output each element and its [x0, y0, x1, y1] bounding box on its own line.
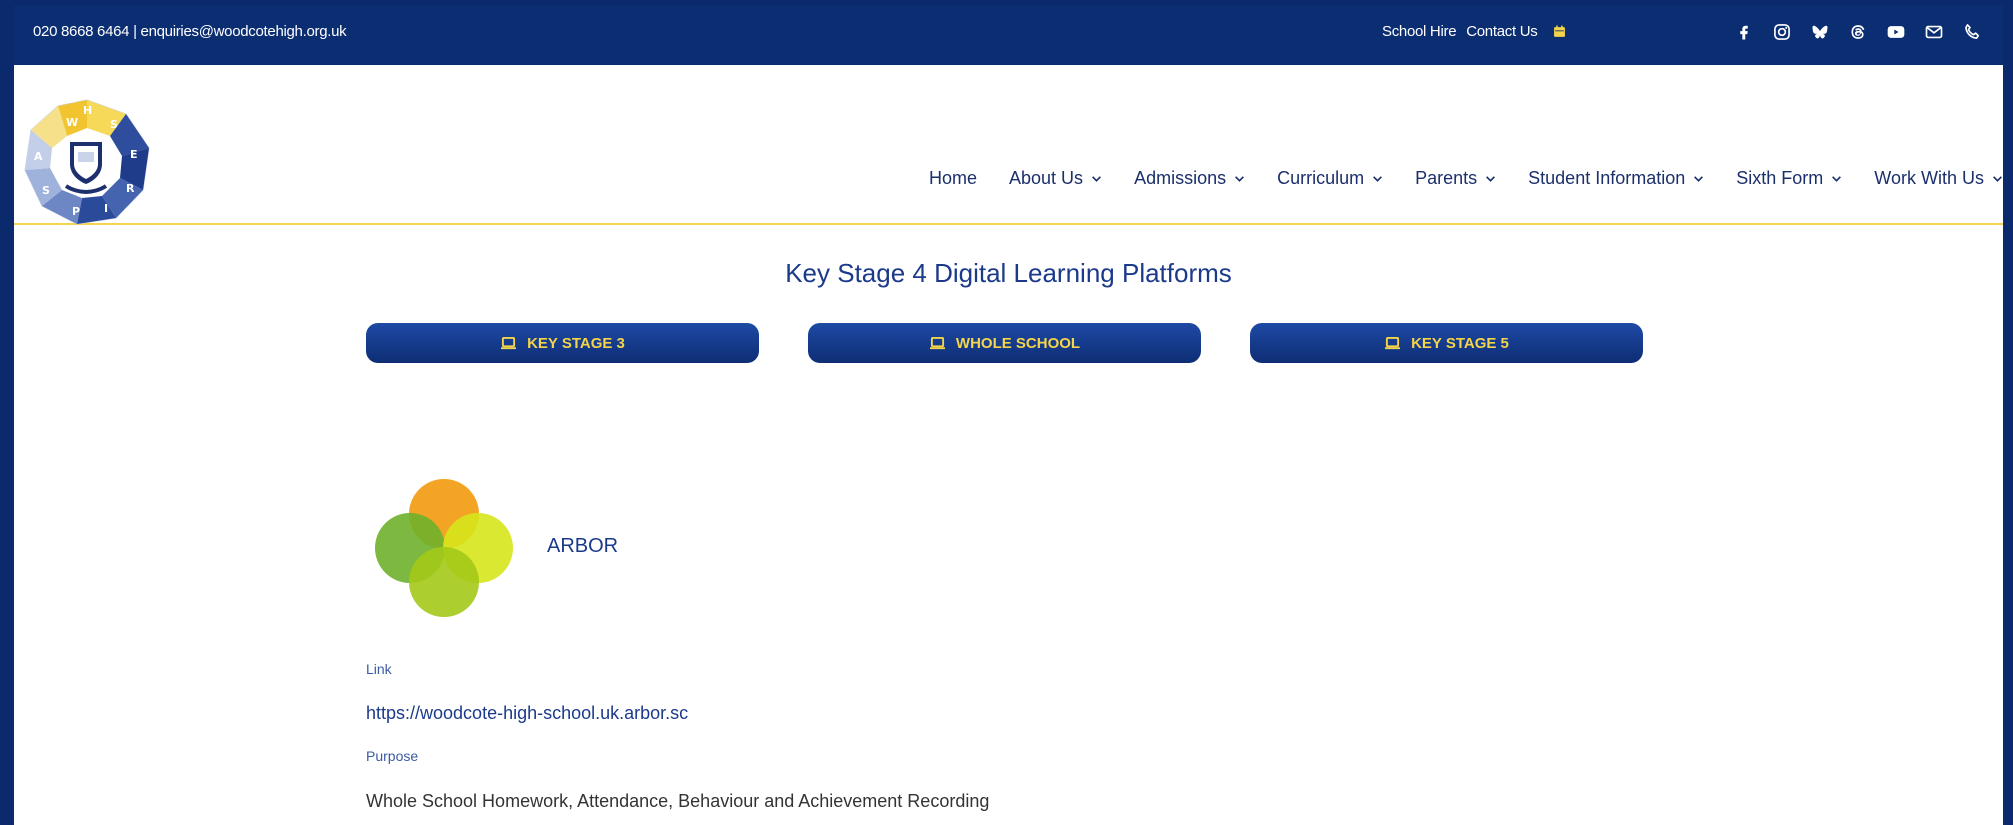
nav-about-us-label: About Us [1009, 168, 1084, 188]
facebook-icon[interactable] [1732, 20, 1756, 44]
logo-letter-r: R [126, 182, 135, 195]
platform-link[interactable]: https://woodcote-high-school.uk.arbor.sc [366, 703, 688, 724]
nav-student-information[interactable]: Student Information [1528, 168, 1704, 189]
nav-about-us[interactable]: About Us [1009, 168, 1102, 189]
site-header: W H S E R I P S A Home About Us Admissio… [14, 65, 2003, 225]
nav-curriculum[interactable]: Curriculum [1277, 168, 1383, 189]
platform-name: ARBOR [547, 535, 619, 557]
bluesky-icon[interactable] [1808, 20, 1832, 44]
key-stage-3-label: KEY STAGE 3 [527, 334, 625, 352]
social-links [1732, 20, 1984, 44]
top-bar: 020 8668 6464 | enquiries@woodcotehigh.o… [14, 5, 2003, 65]
laptop-icon [929, 336, 945, 349]
nav-curriculum-label: Curriculum [1277, 168, 1365, 188]
laptop-icon [1385, 336, 1401, 349]
nav-parents[interactable]: Parents [1415, 168, 1496, 189]
contact-info: 020 8668 6464 | enquiries@woodcotehigh.o… [33, 23, 347, 40]
purpose-label: Purpose [366, 748, 419, 764]
key-stage-3-button[interactable]: KEY STAGE 3 [366, 323, 759, 363]
nav-student-information-label: Student Information [1528, 168, 1686, 188]
whole-school-button[interactable]: WHOLE SCHOOL [808, 323, 1201, 363]
page-title: Key Stage 4 Digital Learning Platforms [785, 258, 1232, 288]
logo-letter-p: P [72, 205, 80, 218]
main-nav: Home About Us Admissions Curriculum Pare… [929, 168, 2003, 189]
nav-home[interactable]: Home [929, 168, 977, 189]
logo-letter-h: H [83, 104, 92, 117]
chevron-down-icon [1373, 176, 1383, 182]
chevron-down-icon [1993, 176, 2002, 182]
school-hire-link[interactable]: School Hire [1382, 23, 1457, 40]
nav-home-label: Home [929, 168, 978, 188]
purpose-text: Whole School Homework, Attendance, Behav… [366, 791, 990, 811]
chevron-down-icon [1694, 176, 1704, 182]
nav-parents-label: Parents [1415, 168, 1478, 188]
email-icon[interactable] [1922, 20, 1946, 44]
instagram-icon[interactable] [1770, 20, 1794, 44]
chevron-down-icon [1235, 176, 1245, 182]
nav-admissions[interactable]: Admissions [1134, 168, 1245, 189]
logo-letter-e: E [130, 148, 138, 161]
logo-letter-a: A [34, 150, 43, 163]
chevron-down-icon [1832, 176, 1842, 182]
link-label: Link [366, 661, 392, 677]
logo-letter-s: S [110, 118, 118, 131]
logo-letter-s2: S [42, 184, 50, 197]
nav-sixth-form[interactable]: Sixth Form [1736, 168, 1842, 189]
key-stage-5-button[interactable]: KEY STAGE 5 [1250, 323, 1643, 363]
school-logo[interactable]: W H S E R I P S A [22, 98, 152, 226]
page-frame: 020 8668 6464 | enquiries@woodcotehigh.o… [0, 0, 2013, 825]
arbor-logo [375, 479, 513, 617]
chevron-down-icon [1486, 176, 1496, 182]
threads-icon[interactable] [1846, 20, 1870, 44]
chevron-down-icon [1092, 176, 1101, 182]
contact-us-link[interactable]: Contact Us [1466, 23, 1538, 40]
laptop-icon [501, 336, 517, 349]
nav-admissions-label: Admissions [1134, 168, 1227, 188]
top-links: School Hire Contact Us [1382, 23, 1566, 40]
nav-sixth-form-label: Sixth Form [1736, 168, 1824, 188]
nav-work-with-us[interactable]: Work With Us [1874, 168, 2003, 189]
logo-letter-w: W [66, 116, 78, 129]
whole-school-label: WHOLE SCHOOL [955, 334, 1081, 352]
logo-letter-i: I [104, 202, 108, 215]
calendar-icon[interactable] [1553, 25, 1566, 38]
phone-icon[interactable] [1960, 20, 1984, 44]
key-stage-5-label: KEY STAGE 5 [1411, 334, 1509, 352]
youtube-icon[interactable] [1884, 20, 1908, 44]
nav-work-with-us-label: Work With Us [1874, 168, 1984, 188]
